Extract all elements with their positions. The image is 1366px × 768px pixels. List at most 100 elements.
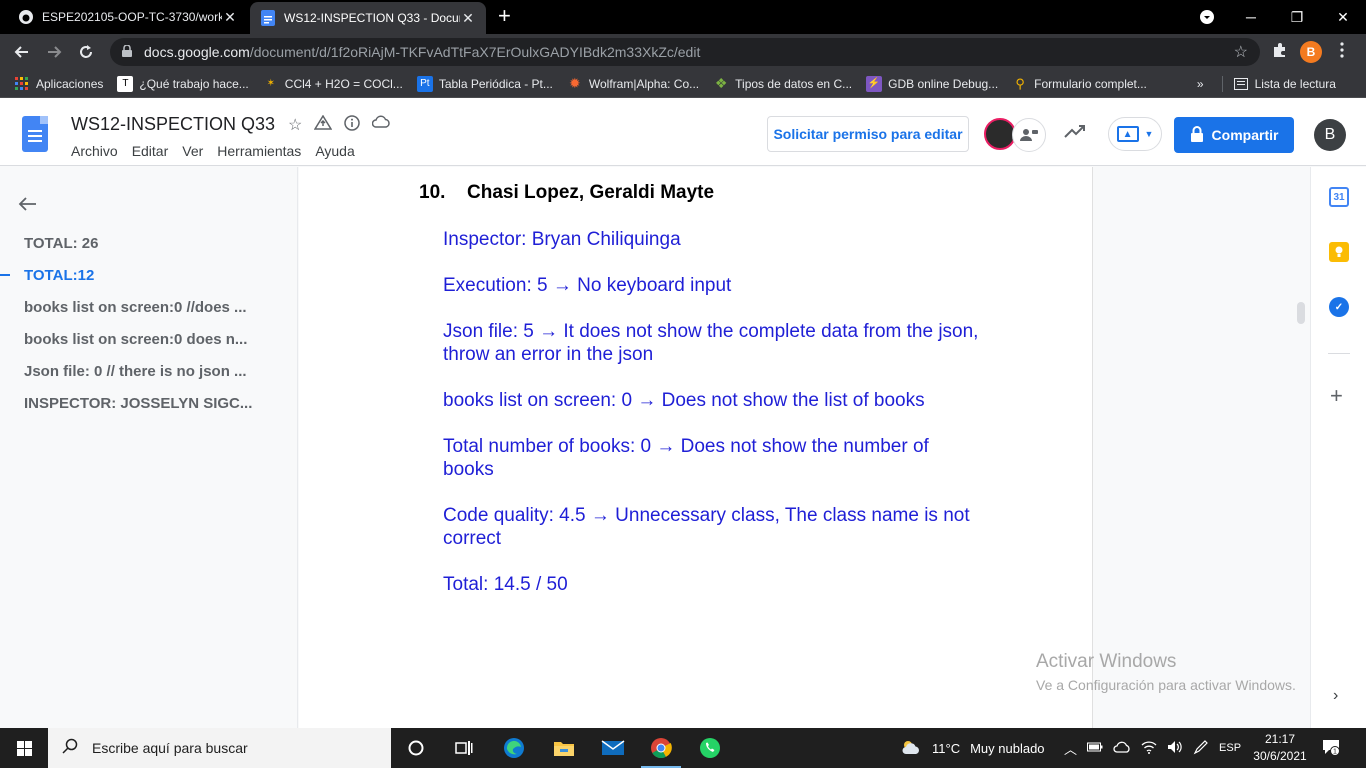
weather-widget[interactable]: 11°C Muy nublado	[900, 728, 1045, 768]
menu-ver[interactable]: Ver	[182, 143, 203, 159]
kebab-menu-icon[interactable]	[1340, 42, 1344, 62]
paragraph-total: Total: 14.5 / 50	[443, 574, 568, 595]
edge-icon[interactable]	[490, 728, 538, 768]
paragraph-json-file: Json file: 5 → It does not show the comp…	[443, 321, 979, 365]
pen-icon[interactable]	[1193, 739, 1209, 758]
battery-icon[interactable]	[1087, 741, 1103, 756]
tab-github[interactable]: ESPE202105-OOP-TC-3730/work ✕	[8, 0, 248, 34]
document-title[interactable]: WS12-INSPECTION Q33	[71, 114, 275, 135]
move-to-drive-icon[interactable]	[314, 114, 333, 136]
molecule-icon: ✶	[266, 78, 275, 89]
outline-selection-marker	[0, 274, 10, 276]
bookmark-item[interactable]: Pt Tabla Periódica - Pt...	[416, 75, 553, 92]
bookmark-item[interactable]: ✶ CCl4 + H2O = COCl...	[263, 76, 403, 92]
wifi-icon[interactable]	[1141, 740, 1157, 757]
bookmark-star-icon[interactable]: ☆	[1234, 42, 1248, 62]
bookmark-label: Formulario complet...	[1034, 76, 1147, 91]
bookmarks-overflow-button[interactable]: »	[1197, 77, 1204, 91]
paragraph-execution: Execution: 5 → No keyboard input	[443, 275, 732, 296]
tab-title: WS12-INSPECTION Q33 - Docum	[284, 11, 460, 25]
cloudy-weather-icon	[900, 739, 922, 758]
cloud-status-icon[interactable]	[372, 115, 391, 136]
extensions-puzzle-icon[interactable]	[1272, 42, 1288, 62]
address-bar[interactable]: docs.google.com/document/d/1f2oRiAjM-TKF…	[110, 38, 1260, 66]
onedrive-cloud-icon[interactable]	[1113, 741, 1131, 756]
bookmark-label: Wolfram|Alpha: Co...	[588, 76, 700, 91]
outline-item[interactable]: TOTAL: 26	[24, 235, 254, 252]
activity-trend-icon[interactable]	[1064, 122, 1086, 143]
bookmark-item[interactable]: T ¿Qué trabajo hace...	[117, 75, 249, 92]
whatsapp-icon[interactable]	[686, 728, 734, 768]
chevron-up-icon[interactable]: ︿	[1064, 739, 1077, 758]
lock-icon	[122, 43, 134, 60]
taskbar-search-box[interactable]: Escribe aquí para buscar	[48, 728, 391, 768]
weather-description: Muy nublado	[970, 740, 1045, 756]
bookmark-item[interactable]: ❖ Tipos de datos en C...	[713, 75, 852, 92]
minimize-button[interactable]: ─	[1228, 0, 1274, 34]
share-label: Compartir	[1211, 127, 1279, 143]
cortana-icon[interactable]	[392, 728, 440, 768]
outline-item[interactable]: books list on screen:0 //does ...	[24, 299, 254, 316]
windows-start-icon[interactable]	[0, 728, 48, 768]
tab-search-icon[interactable]	[1184, 0, 1230, 34]
reload-icon[interactable]	[74, 40, 98, 64]
keep-icon[interactable]	[1329, 242, 1349, 262]
bookmark-item[interactable]: ⚡ GDB online Debug...	[866, 75, 998, 92]
menu-ayuda[interactable]: Ayuda	[315, 143, 354, 159]
outline-item[interactable]: books list on screen:0 does n...	[24, 331, 254, 348]
close-icon[interactable]: ✕	[222, 9, 238, 26]
bookmark-label: CCl4 + H2O = COCl...	[284, 76, 403, 91]
browser-toolbar: docs.google.com/document/d/1f2oRiAjM-TKF…	[0, 34, 1366, 70]
document-page[interactable]: 10. Chasi Lopez, Geraldi Mayte Inspector:…	[299, 167, 1093, 728]
outline-item[interactable]: INSPECTOR: JOSSELYN SIGC...	[24, 395, 254, 412]
chrome-icon[interactable]	[637, 728, 685, 768]
tab-title: ESPE202105-OOP-TC-3730/work	[42, 10, 222, 24]
close-window-button[interactable]: ✕	[1320, 0, 1366, 34]
reading-list-button[interactable]: Lista de lectura	[1221, 75, 1336, 92]
bookmark-item[interactable]: ✹ Wolfram|Alpha: Co...	[567, 75, 700, 92]
bookmark-item[interactable]: ⚲ Formulario complet...	[1012, 76, 1147, 92]
more-collaborators-icon[interactable]	[1012, 118, 1046, 152]
share-lock-icon	[1190, 125, 1204, 145]
scrollbar-thumb[interactable]	[1297, 302, 1305, 324]
tasks-icon[interactable]: ✓	[1329, 297, 1349, 317]
new-tab-button[interactable]: +	[498, 5, 511, 27]
mail-icon[interactable]	[589, 728, 637, 768]
present-icon: ▲	[1116, 126, 1139, 142]
profile-avatar[interactable]: B	[1300, 41, 1322, 63]
docs-logo-icon[interactable]	[22, 116, 48, 152]
menu-editar[interactable]: Editar	[132, 143, 169, 159]
paragraph-total-books: Total number of books: 0 → Does not show…	[443, 436, 929, 480]
file-explorer-icon[interactable]	[540, 728, 588, 768]
present-button[interactable]: ▲ ▼	[1108, 117, 1162, 151]
menu-herramientas[interactable]: Herramientas	[217, 143, 301, 159]
outline-item-selected[interactable]: TOTAL:12	[24, 267, 254, 284]
site-icon: T	[117, 75, 134, 92]
tab-docs[interactable]: WS12-INSPECTION Q33 - Docum ✕	[250, 2, 486, 34]
notification-center-icon[interactable]: 1	[1322, 738, 1340, 761]
chevron-right-icon[interactable]: ›	[1333, 687, 1338, 705]
forward-arrow-icon[interactable]	[42, 40, 66, 64]
share-button[interactable]: Compartir	[1174, 117, 1294, 153]
calendar-icon[interactable]: 31	[1329, 187, 1349, 207]
close-outline-arrow-icon[interactable]	[18, 195, 38, 218]
task-view-icon[interactable]	[440, 728, 488, 768]
close-icon[interactable]: ✕	[460, 10, 476, 27]
outline-item[interactable]: Json file: 0 // there is no json ...	[24, 363, 254, 380]
url-path: /document/d/1f2oRiAjM-TKFvAdTtFaX7ErOulx…	[249, 44, 701, 60]
taskbar-clock[interactable]: 21:17 30/6/2021	[1252, 731, 1308, 765]
star-icon[interactable]: ☆	[288, 115, 302, 136]
bookmark-apps[interactable]: Aplicaciones	[14, 76, 103, 92]
back-arrow-icon[interactable]	[10, 40, 34, 64]
account-avatar[interactable]: B	[1314, 119, 1346, 151]
input-language[interactable]: ESP	[1219, 742, 1241, 754]
menu-archivo[interactable]: Archivo	[71, 143, 118, 159]
request-edit-button[interactable]: Solicitar permiso para editar	[767, 116, 969, 152]
leaf-icon: ❖	[714, 75, 728, 91]
info-icon[interactable]	[344, 115, 361, 136]
maximize-button[interactable]: ❐	[1274, 0, 1320, 34]
volume-icon[interactable]	[1167, 740, 1183, 757]
add-addon-icon[interactable]: +	[1330, 383, 1343, 409]
url-host: docs.google.com	[144, 44, 250, 60]
svg-text:1: 1	[1333, 749, 1337, 756]
